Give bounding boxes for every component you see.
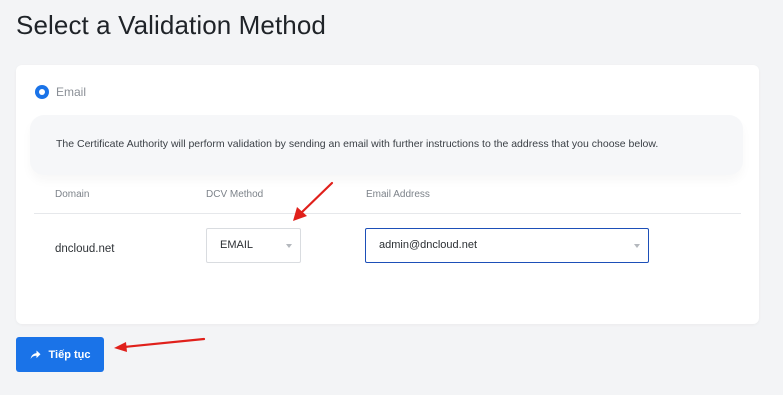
continue-button-label: Tiếp tục <box>48 348 91 361</box>
page-title: Select a Validation Method <box>16 10 326 40</box>
email-radio-option[interactable]: Email <box>35 85 86 99</box>
column-header-email-address: Email Address <box>366 189 430 200</box>
info-box: The Certificate Authority will perform v… <box>30 115 743 175</box>
annotation-arrow-continue <box>114 337 206 352</box>
validation-card: Email The Certificate Authority will per… <box>16 65 759 324</box>
column-header-domain: Domain <box>55 189 90 200</box>
email-radio-label: Email <box>56 85 87 99</box>
chevron-down-icon <box>286 244 292 248</box>
continue-button[interactable]: Tiếp tục <box>16 337 104 372</box>
email-address-select[interactable]: admin@dncloud.net <box>365 228 649 263</box>
email-address-value: admin@dncloud.net <box>379 239 478 251</box>
chevron-down-icon <box>634 244 640 248</box>
domain-cell: dncloud.net <box>55 243 115 255</box>
share-arrow-icon <box>30 350 40 359</box>
dcv-method-select[interactable]: EMAIL <box>206 228 301 263</box>
dcv-method-value: EMAIL <box>220 239 254 251</box>
column-header-dcv-method: DCV Method <box>206 189 264 200</box>
radio-selected-icon[interactable] <box>35 85 49 99</box>
info-text: The Certificate Authority will perform v… <box>56 138 659 150</box>
table-divider <box>34 213 741 214</box>
